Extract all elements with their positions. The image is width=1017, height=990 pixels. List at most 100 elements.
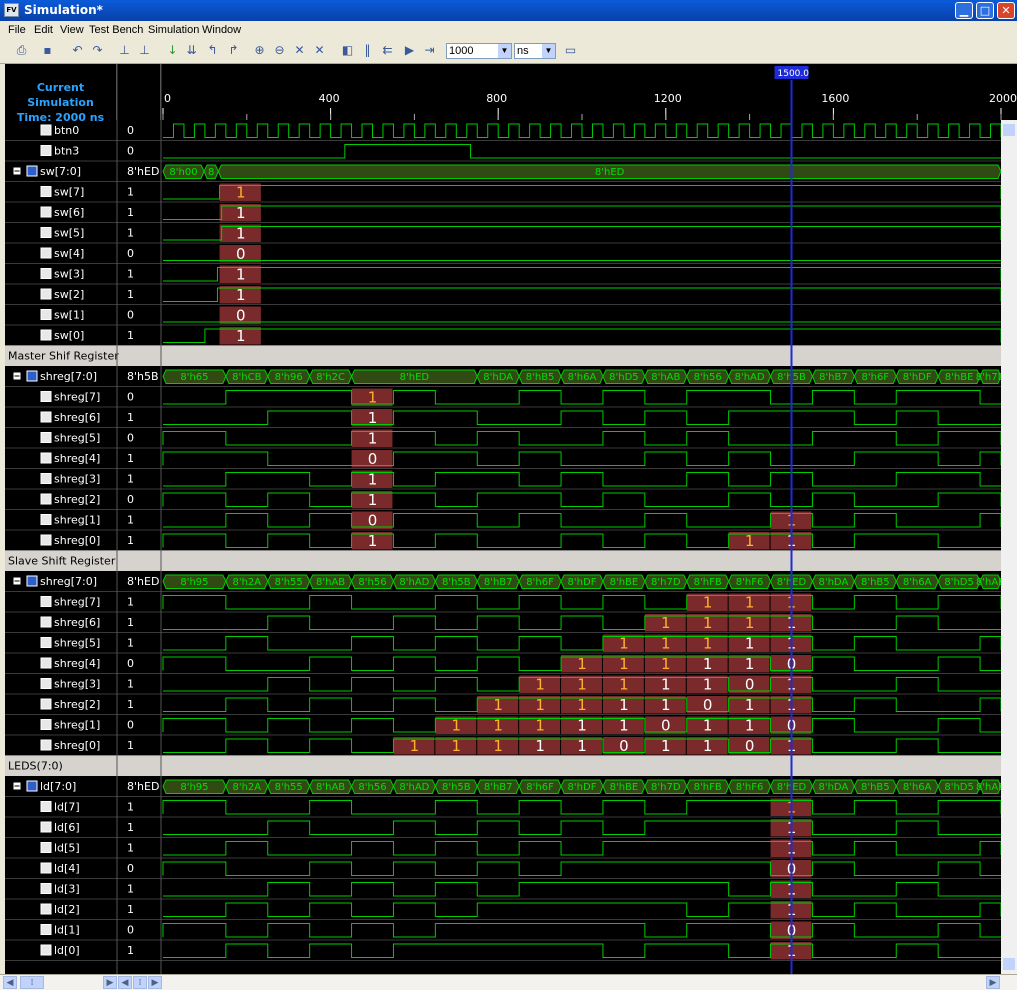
- scroll-right-icon[interactable]: ▶: [986, 976, 1000, 989]
- save-icon[interactable]: ▪: [40, 43, 55, 58]
- scroll-thumb[interactable]: ⁞: [20, 976, 44, 989]
- highlight-value: 1: [703, 717, 713, 735]
- menu-view[interactable]: View: [60, 24, 84, 36]
- run-icon[interactable]: ▶: [402, 43, 417, 58]
- signal-row[interactable]: btn3 0: [5, 144, 1017, 162]
- maximize-button[interactable]: □: [976, 2, 994, 19]
- scroll-up-icon[interactable]: [1003, 124, 1015, 136]
- minimize-button[interactable]: ▁: [955, 2, 973, 19]
- signal-name: ld[5]: [54, 842, 80, 855]
- signal-row[interactable]: sw[4] 0 0: [5, 245, 1017, 264]
- close-button[interactable]: ✕: [997, 2, 1015, 19]
- signal-row[interactable]: sw[7] 1 1: [5, 183, 1017, 203]
- prev-transition-icon[interactable]: ↰: [205, 43, 220, 58]
- scroll-down-icon[interactable]: [1003, 958, 1015, 970]
- highlight-value: 1: [493, 737, 503, 755]
- signal-row[interactable]: shreg[7]1111: [5, 593, 1017, 613]
- zoom-full-icon[interactable]: ✕: [312, 43, 327, 58]
- signal-row[interactable]: ld[6]11: [5, 819, 1017, 838]
- menu-file[interactable]: File: [8, 24, 26, 36]
- timeline-ruler[interactable]: [163, 64, 1017, 120]
- zoom-in-icon[interactable]: ⊕: [252, 43, 267, 58]
- insert-icon[interactable]: ⇊: [184, 43, 199, 58]
- menu-window[interactable]: Window: [202, 24, 241, 36]
- scroll-right-icon[interactable]: ▶: [148, 976, 162, 989]
- signal-row[interactable]: sw[5] 1 1: [5, 224, 1017, 244]
- signal-row[interactable]: shreg[2]111111011: [5, 696, 1017, 715]
- signal-name: ld[6]: [54, 821, 80, 834]
- signal-row[interactable]: ld[7]11: [5, 798, 1017, 818]
- signal-row[interactable]: btn0 0: [5, 123, 1017, 141]
- menu-test-bench[interactable]: Test Bench: [89, 24, 143, 36]
- signal-icon: [40, 719, 52, 730]
- waveform-canvas[interactable]: 0 400 800 1200 1600 20001500.0btn0 0btn3 0sw[7:…: [5, 64, 1017, 974]
- marker-left-icon[interactable]: ⊥: [117, 43, 132, 58]
- signal-name: shreg[0]: [54, 534, 100, 547]
- signal-row[interactable]: shreg[0]1111: [5, 532, 1017, 551]
- signal-row[interactable]: ld[4]00: [5, 860, 1017, 879]
- signal-row[interactable]: shreg[1]101: [5, 511, 1017, 531]
- bus-segment-label: 8'h7D: [651, 782, 681, 793]
- bus-segment-label: 8'hAB: [976, 782, 1005, 793]
- horizontal-scrollbar[interactable]: ◀ ⁞ ▶ ◀ ⁞ ▶ ▶: [0, 974, 1017, 990]
- signal-row[interactable]: ld[3]11: [5, 880, 1017, 900]
- signal-row[interactable]: shreg[7:0] 8'hED 8'h95 8'h2A 8'h55 8'hAB 8'h56…: [5, 574, 1017, 592]
- window-icon[interactable]: ▭: [563, 43, 578, 58]
- chevron-down-icon[interactable]: ▼: [498, 44, 511, 58]
- run-time-input[interactable]: 1000 ▼: [446, 43, 512, 59]
- signal-row[interactable]: shreg[3] 1 1: [5, 470, 1017, 490]
- zoom-out-icon[interactable]: ⊖: [272, 43, 287, 58]
- run-for-icon[interactable]: ⇥: [422, 43, 437, 58]
- signal-row[interactable]: ld[2]11: [5, 901, 1017, 920]
- signal-row[interactable]: sw[2] 1 1: [5, 286, 1017, 305]
- scroll-thumb[interactable]: ⁞: [133, 976, 147, 989]
- menu-edit[interactable]: Edit: [34, 24, 53, 36]
- signal-row[interactable]: sw[1] 0 0: [5, 306, 1017, 326]
- signal-row[interactable]: shreg[3]11111101: [5, 675, 1017, 695]
- signal-waveform: [163, 328, 1002, 343]
- add-marker-icon[interactable]: ↓: [165, 43, 180, 58]
- signal-row[interactable]: shreg[1]0111110110: [5, 716, 1017, 736]
- signal-row[interactable]: ld[7:0] 8'hED 8'h95 8'h2A 8'h55 8'hAB 8'h56 8'h…: [5, 779, 1017, 797]
- signal-row[interactable]: shreg[0]11111101101: [5, 737, 1017, 756]
- pause-icon[interactable]: ‖: [360, 43, 375, 58]
- highlight-value: 1: [535, 717, 545, 735]
- signal-row[interactable]: shreg[4]0111110: [5, 655, 1017, 674]
- menu-simulation[interactable]: Simulation: [148, 24, 199, 36]
- step-icon[interactable]: ⇇: [380, 43, 395, 58]
- signal-row[interactable]: ld[1]00: [5, 921, 1017, 941]
- undo-icon[interactable]: ↶: [70, 43, 85, 58]
- signal-name: shreg[4]: [54, 452, 100, 465]
- highlight-value: 1: [745, 594, 755, 612]
- signal-row[interactable]: sw[0] 1 1: [5, 327, 1017, 346]
- highlight-value: 1: [535, 696, 545, 714]
- restart-icon[interactable]: ◧: [340, 43, 355, 58]
- print-icon[interactable]: ⎙: [14, 43, 29, 58]
- scroll-right-icon[interactable]: ▶: [103, 976, 117, 989]
- signal-row[interactable]: shreg[5] 0 1: [5, 429, 1017, 449]
- time-unit-select[interactable]: ns ▼: [514, 43, 556, 59]
- marker-right-icon[interactable]: ⊥: [137, 43, 152, 58]
- zoom-fit-icon[interactable]: ✕: [292, 43, 307, 58]
- bus-segment-label: 8'hB5: [526, 372, 555, 383]
- signal-row[interactable]: shreg[7] 0 1: [5, 388, 1017, 408]
- signal-row[interactable]: shreg[5]111111: [5, 634, 1017, 654]
- signal-row[interactable]: shreg[4] 1 0: [5, 450, 1017, 469]
- vertical-scrollbar[interactable]: [1001, 120, 1017, 974]
- signal-row[interactable]: sw[3] 1 1: [5, 265, 1017, 285]
- next-transition-icon[interactable]: ↱: [226, 43, 241, 58]
- signal-row[interactable]: shreg[6]11111: [5, 614, 1017, 633]
- signal-row[interactable]: shreg[2] 0 1: [5, 491, 1017, 510]
- signal-row[interactable]: ld[0]11: [5, 942, 1017, 961]
- scroll-left-icon[interactable]: ◀: [3, 976, 17, 989]
- signal-row[interactable]: ld[5]11: [5, 839, 1017, 859]
- signal-row[interactable]: shreg[6] 1 1: [5, 409, 1017, 428]
- signal-row[interactable]: shreg[7:0] 8'h5B 8'h65 8'hCB 8'h96 8'h2C 8'hED…: [5, 369, 1017, 387]
- signal-row[interactable]: sw[6] 1 1: [5, 204, 1017, 223]
- signal-row[interactable]: sw[7:0] 8'hED 8'h00 8 8'hED: [5, 164, 1017, 182]
- scroll-left-icon[interactable]: ◀: [118, 976, 132, 989]
- signal-name: shreg[5]: [54, 432, 100, 445]
- chevron-down-icon[interactable]: ▼: [542, 44, 555, 58]
- redo-icon[interactable]: ↷: [90, 43, 105, 58]
- signal-value: 0: [127, 719, 134, 732]
